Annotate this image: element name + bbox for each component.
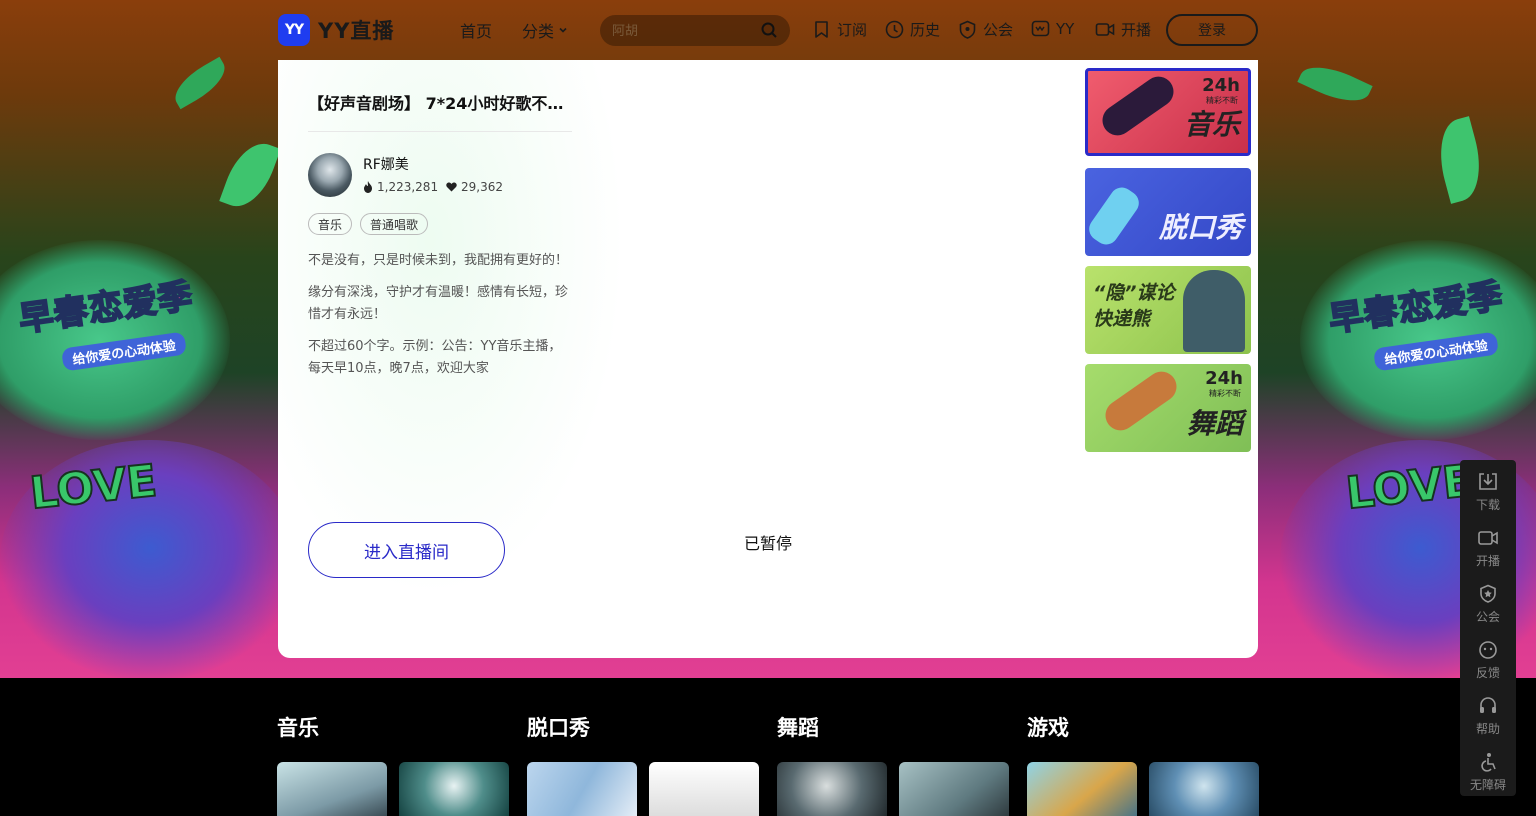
leaf-decor <box>219 135 281 215</box>
floating-sidebar: 下载 开播 公会 反馈 帮助 无障碍 <box>1460 460 1516 796</box>
sidebar-label: 下载 <box>1475 498 1500 512</box>
accessibility-icon <box>1481 753 1496 772</box>
logo-mark: YY <box>278 14 310 46</box>
sidebar-help[interactable]: 帮助 <box>1460 696 1516 737</box>
likes-stat: 29,362 <box>446 180 503 194</box>
video-thumbnail[interactable] <box>1027 762 1137 816</box>
playback-status: 已暂停 <box>744 534 793 553</box>
leaf-decor <box>1430 116 1490 204</box>
popularity-value: 1,223,281 <box>377 180 439 194</box>
avatar[interactable] <box>308 153 352 197</box>
section-title-talkshow[interactable]: 脱口秀 <box>527 712 590 742</box>
microphone-illustration <box>1085 182 1144 250</box>
subscribe-icon <box>815 21 828 38</box>
video-thumbnail[interactable] <box>1149 762 1259 816</box>
tool-yy-label: YY <box>1056 19 1075 38</box>
live-room-card: 【好声音剧场】 7*24小时好歌不间断 持续为您播放 RF娜美 1,223,28… <box>278 60 1258 658</box>
section-title-game[interactable]: 游戏 <box>1027 712 1069 742</box>
thumb-sub: 精彩不断 <box>1209 389 1241 398</box>
leaf-decor <box>167 56 233 110</box>
tag-singing[interactable]: 普通唱歌 <box>360 213 429 235</box>
thumb-label: 音乐 <box>1183 108 1240 141</box>
nav-category-label: 分类 <box>522 22 555 41</box>
clock-icon <box>885 20 904 39</box>
camera-icon <box>1095 23 1115 36</box>
thumb-label: “隐”谋论 快递熊 <box>1093 282 1175 330</box>
tool-history-label: 历史 <box>910 21 941 39</box>
tool-start-live-label: 开播 <box>1121 21 1152 39</box>
chevron-down-icon <box>559 27 567 33</box>
guild-shield-icon <box>1480 584 1496 603</box>
tool-subscribe-label: 订阅 <box>837 21 868 39</box>
thumb-label: 脱口秀 <box>1158 211 1243 244</box>
download-icon <box>1479 473 1497 490</box>
description-line: 不超过60个字。示例：公告：YY音乐主播，每天早10点，晚7点，欢迎大家 <box>308 339 562 376</box>
heart-icon <box>446 182 457 192</box>
thumb-program[interactable]: “隐”谋论 快递熊 <box>1085 266 1251 354</box>
divider <box>308 131 572 132</box>
search-icon[interactable] <box>761 22 778 39</box>
tool-subscribe[interactable]: 订阅 <box>812 19 867 40</box>
sidebar-label: 无障碍 <box>1469 778 1506 792</box>
description-line: 不是没有，只是时候未到，我配拥有更好的！ <box>308 253 569 268</box>
sidebar-accessibility[interactable]: 无障碍 <box>1460 752 1516 793</box>
headset-icon <box>1480 697 1496 713</box>
top-navigation-bar: YY YY直播 首页 分类 订阅 历史 公会 YY 开播 登录 <box>0 0 1536 60</box>
login-button[interactable]: 登录 <box>1166 14 1258 46</box>
section-title-music[interactable]: 音乐 <box>277 712 319 742</box>
video-thumbnail[interactable] <box>527 762 637 816</box>
decor-blob <box>0 240 230 440</box>
tool-guild[interactable]: 公会 <box>958 19 1013 40</box>
thumb-talkshow[interactable]: 脱口秀 <box>1085 168 1251 256</box>
thumb-music[interactable]: 24h 精彩不断 音乐 <box>1085 68 1251 156</box>
sidebar-label: 开播 <box>1475 554 1500 568</box>
video-thumbnail[interactable] <box>277 762 387 816</box>
popularity-stat: 1,223,281 <box>363 180 438 194</box>
person-illustration <box>1183 270 1245 352</box>
sidebar-guild[interactable]: 公会 <box>1460 584 1516 625</box>
search-box <box>600 15 790 46</box>
tool-history[interactable]: 历史 <box>885 19 940 40</box>
logo[interactable]: YY YY直播 <box>278 14 394 46</box>
video-thumbnail[interactable] <box>899 762 1009 816</box>
search-input[interactable] <box>612 21 752 41</box>
thumb-badge: 24h <box>1205 368 1243 389</box>
sidebar-label: 公会 <box>1475 610 1500 624</box>
likes-value: 29,362 <box>461 180 503 194</box>
thumb-badge: 24h <box>1202 75 1240 96</box>
nav-category[interactable]: 分类 <box>522 18 569 42</box>
sidebar-download[interactable]: 下载 <box>1460 472 1516 513</box>
logo-text: YY直播 <box>318 19 395 43</box>
nav-home[interactable]: 首页 <box>460 18 492 42</box>
microphone-illustration <box>1096 71 1180 142</box>
tool-yy[interactable]: YY <box>1031 19 1074 38</box>
sidebar-label: 帮助 <box>1475 722 1500 736</box>
anchor-name[interactable]: RF娜美 <box>363 154 409 174</box>
sidebar-label: 反馈 <box>1475 666 1500 680</box>
leaf-decor <box>1297 56 1373 112</box>
video-thumbnail[interactable] <box>649 762 759 816</box>
tool-guild-label: 公会 <box>983 21 1014 39</box>
thumb-label: 舞蹈 <box>1186 407 1243 440</box>
section-title-dance[interactable]: 舞蹈 <box>777 712 819 742</box>
tag-music[interactable]: 音乐 <box>308 213 353 235</box>
tool-start-live[interactable]: 开播 <box>1095 19 1151 40</box>
enter-room-button[interactable]: 进入直播间 <box>308 522 505 578</box>
yy-icon <box>1031 20 1050 37</box>
description-line: 缘分有深浅，守护才有温暖！感情有长短，珍惜才有永远！ <box>308 285 569 322</box>
video-thumbnail[interactable] <box>777 762 887 816</box>
flame-icon <box>364 181 372 193</box>
video-thumbnail[interactable] <box>399 762 509 816</box>
room-title: 【好声音剧场】 7*24小时好歌不间断 持续为您播放 <box>308 94 572 113</box>
microphone-illustration <box>1099 365 1183 437</box>
guild-shield-icon <box>959 20 976 39</box>
camera-icon <box>1478 531 1498 545</box>
feedback-icon <box>1479 641 1497 659</box>
sidebar-start-live[interactable]: 开播 <box>1460 528 1516 569</box>
sidebar-feedback[interactable]: 反馈 <box>1460 640 1516 681</box>
thumb-dance[interactable]: 24h 精彩不断 舞蹈 <box>1085 364 1251 452</box>
